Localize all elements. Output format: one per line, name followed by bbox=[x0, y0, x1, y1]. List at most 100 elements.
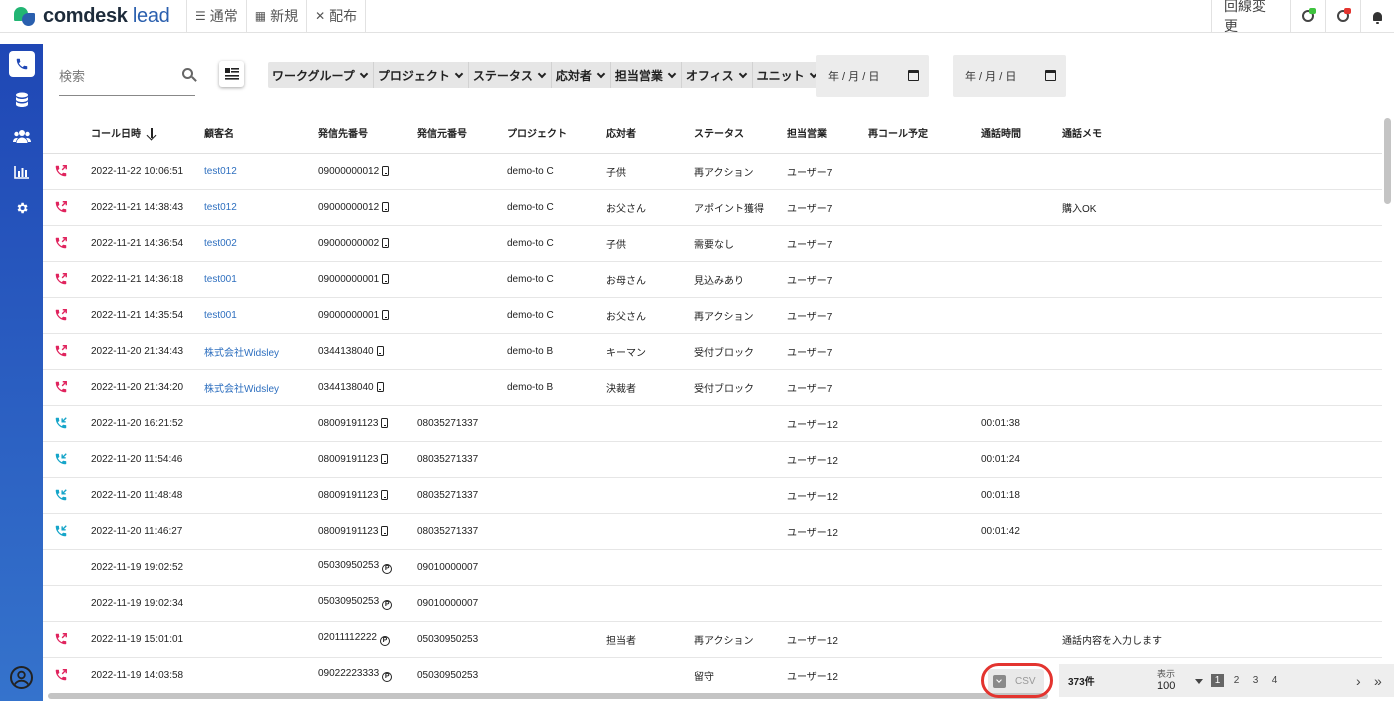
call-duration bbox=[981, 261, 1062, 298]
table-row[interactable]: 2022-11-19 19:02:34 05030950253 P 090100000… bbox=[43, 585, 1382, 622]
page-4[interactable]: 4 bbox=[1268, 674, 1281, 687]
page-1[interactable]: 1 bbox=[1211, 674, 1224, 687]
search-placeholder: 検索 bbox=[59, 69, 86, 84]
table-row[interactable]: 2022-11-21 14:36:54 test002 09000000002 dem… bbox=[43, 225, 1382, 262]
user-profile-icon[interactable] bbox=[10, 666, 33, 689]
status-timer-green[interactable] bbox=[1290, 0, 1325, 33]
table-row[interactable]: 2022-11-20 16:21:52 08009191123 0803527133… bbox=[43, 405, 1382, 442]
last-page-icon[interactable]: » bbox=[1374, 673, 1382, 689]
notifications-button[interactable] bbox=[1360, 0, 1394, 33]
search-icon[interactable] bbox=[182, 68, 193, 79]
sales-rep: ユーザー7 bbox=[787, 225, 868, 262]
header-duration[interactable]: 通話時間 bbox=[981, 112, 1062, 154]
to-number-text: 02011112222 bbox=[318, 632, 377, 643]
filter-label: 担当営業 bbox=[614, 68, 663, 83]
direction-cell bbox=[43, 513, 91, 550]
page-3[interactable]: 3 bbox=[1249, 674, 1262, 687]
sidebar-item-settings[interactable] bbox=[0, 190, 43, 226]
table-row[interactable]: 2022-11-21 14:38:43 test012 09000000012 dem… bbox=[43, 189, 1382, 226]
filter-office[interactable]: オフィス bbox=[682, 62, 753, 88]
filter-unit[interactable]: ユニット bbox=[753, 62, 823, 88]
calendar-icon[interactable] bbox=[1045, 70, 1056, 81]
csv-export-button[interactable]: CSV bbox=[988, 669, 1044, 693]
call-duration bbox=[981, 297, 1062, 334]
next-page-icon[interactable]: › bbox=[1356, 673, 1361, 689]
table-row[interactable]: 2022-11-20 11:46:27 08009191123 0803527133… bbox=[43, 513, 1382, 550]
customer-name[interactable]: test002 bbox=[204, 225, 318, 262]
header-memo[interactable]: 通話メモ bbox=[1062, 112, 1382, 154]
date-from-input[interactable]: 年 / 月 / 日 bbox=[816, 55, 929, 97]
date-to-input[interactable]: 年 / 月 / 日 bbox=[953, 55, 1066, 97]
vertical-scrollbar[interactable] bbox=[1384, 118, 1391, 204]
outgoing-call-icon bbox=[55, 165, 67, 177]
page-2[interactable]: 2 bbox=[1230, 674, 1243, 687]
horizontal-scrollbar[interactable] bbox=[48, 693, 1048, 699]
header-to-number[interactable]: 発信先番号 bbox=[318, 112, 417, 154]
to-number-text: 09022223333 bbox=[318, 668, 380, 679]
table-row[interactable]: 2022-11-20 11:54:46 08009191123 0803527133… bbox=[43, 441, 1382, 478]
number-type-icon bbox=[382, 165, 390, 176]
bar-chart-icon bbox=[13, 166, 29, 179]
table-row[interactable]: 2022-11-19 19:02:52 05030950253 P 090100000… bbox=[43, 549, 1382, 586]
customer-name[interactable]: test012 bbox=[204, 153, 318, 190]
status bbox=[694, 513, 787, 550]
table-row[interactable]: 2022-11-21 14:35:54 test001 09000000001 dem… bbox=[43, 297, 1382, 334]
sidebar-item-database[interactable] bbox=[0, 82, 43, 118]
sidebar-item-reports[interactable] bbox=[0, 154, 43, 190]
sales-rep: ユーザー7 bbox=[787, 297, 868, 334]
filter-project[interactable]: プロジェクト bbox=[374, 62, 469, 88]
table-row[interactable]: 2022-11-19 15:01:01 02011112222 P 050309502… bbox=[43, 621, 1382, 658]
status: 受付ブロック bbox=[694, 333, 787, 370]
table-row[interactable]: 2022-11-20 21:34:20 株式会社Widsley 0344138040… bbox=[43, 369, 1382, 406]
nav-normal[interactable]: ☰ 通常 bbox=[187, 0, 247, 33]
call-duration: 00:01:38 bbox=[981, 405, 1062, 442]
search-input[interactable]: 検索 bbox=[59, 55, 195, 96]
column-settings-button[interactable] bbox=[219, 61, 244, 87]
customer-name[interactable]: test001 bbox=[204, 297, 318, 334]
header-call-datetime[interactable]: コール日時 bbox=[91, 112, 204, 154]
table-row[interactable]: 2022-11-21 14:36:18 test001 09000000001 dem… bbox=[43, 261, 1382, 298]
header-responder[interactable]: 応対者 bbox=[606, 112, 694, 154]
p-circle-icon: P bbox=[382, 564, 393, 574]
responder bbox=[606, 585, 694, 622]
sidebar-item-calls[interactable] bbox=[0, 46, 43, 82]
header-project[interactable]: プロジェクト bbox=[507, 112, 606, 154]
header-sales[interactable]: 担当営業 bbox=[787, 112, 868, 154]
filter-label: 応対者 bbox=[555, 68, 592, 83]
table-row[interactable]: 2022-11-22 10:06:51 test012 09000000012 dem… bbox=[43, 153, 1382, 190]
customer-name[interactable]: 株式会社Widsley bbox=[204, 369, 318, 406]
status-timer-red[interactable] bbox=[1325, 0, 1360, 33]
customer-name[interactable]: test001 bbox=[204, 261, 318, 298]
sales-rep: ユーザー7 bbox=[787, 153, 868, 190]
arrow-down-icon[interactable] bbox=[147, 127, 157, 139]
line-change-button[interactable]: 回線変更 bbox=[1211, 0, 1290, 34]
calendar-icon[interactable] bbox=[908, 70, 919, 81]
customer-name[interactable]: test012 bbox=[204, 189, 318, 226]
nav-distribute[interactable]: ✕ 配布 bbox=[307, 0, 367, 33]
customer-name[interactable]: 株式会社Widsley bbox=[204, 333, 318, 370]
mobile-icon bbox=[382, 273, 390, 284]
sidebar-item-users[interactable] bbox=[0, 118, 43, 154]
header-status[interactable]: ステータス bbox=[694, 112, 787, 154]
project bbox=[507, 585, 606, 622]
nav-new[interactable]: ▦ 新規 bbox=[247, 0, 308, 33]
call-duration: 00:01:18 bbox=[981, 477, 1062, 514]
project: demo-to C bbox=[507, 153, 606, 190]
page-list: 1 2 3 4 bbox=[1211, 674, 1287, 687]
outgoing-call-icon bbox=[55, 633, 67, 645]
header-customer[interactable]: 顧客名 bbox=[204, 112, 318, 154]
filter-responder[interactable]: 応対者 bbox=[552, 62, 611, 88]
table-row[interactable]: 2022-11-20 21:34:43 株式会社Widsley 0344138040… bbox=[43, 333, 1382, 370]
filter-sales[interactable]: 担当営業 bbox=[611, 62, 682, 88]
gear-icon bbox=[17, 202, 28, 214]
header-from-number[interactable]: 発信元番号 bbox=[417, 112, 507, 154]
header-recall[interactable]: 再コール予定 bbox=[868, 112, 981, 154]
filter-status[interactable]: ステータス bbox=[469, 62, 552, 88]
direction-cell bbox=[43, 657, 91, 692]
mobile-icon bbox=[382, 165, 390, 176]
table-row[interactable]: 2022-11-20 11:48:48 08009191123 0803527133… bbox=[43, 477, 1382, 514]
filter-workgroup[interactable]: ワークグループ bbox=[268, 62, 374, 88]
app-logo[interactable]: comdesk lead bbox=[0, 0, 187, 33]
caret-down-icon[interactable] bbox=[1195, 679, 1203, 684]
chevron-down-icon bbox=[359, 69, 369, 78]
